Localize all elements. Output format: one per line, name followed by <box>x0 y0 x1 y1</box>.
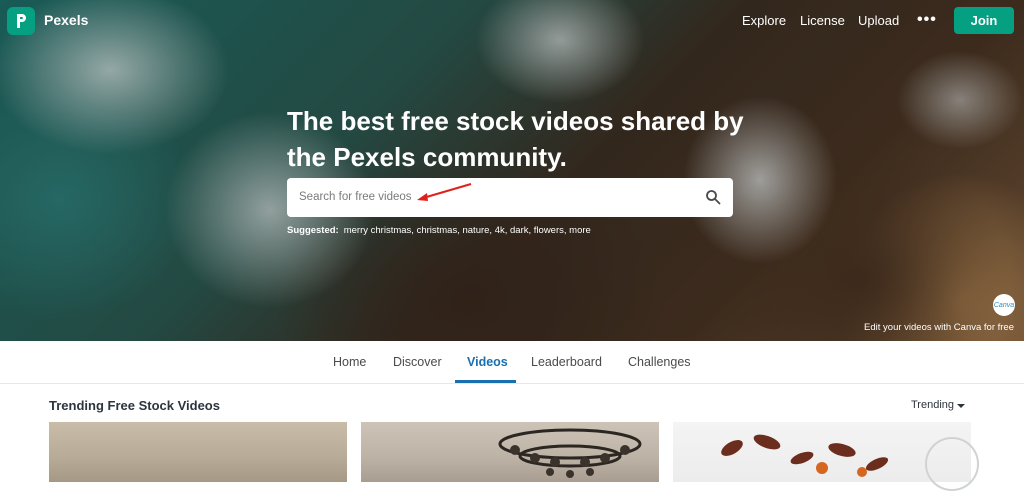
glass-vase-image <box>925 437 979 491</box>
nav-explore[interactable]: Explore <box>742 13 786 28</box>
search-placeholder: Search for free videos <box>299 191 412 203</box>
headline-line-2: the Pexels community. <box>287 142 567 172</box>
video-thumbnail[interactable] <box>49 422 347 482</box>
tab-challenges[interactable]: Challenges <box>628 355 691 369</box>
pexels-logo-icon[interactable] <box>7 7 35 35</box>
section-title: Trending Free Stock Videos <box>49 398 220 413</box>
hero-headline: The best free stock videos shared by the… <box>287 103 747 175</box>
autumn-plant-image <box>721 434 889 477</box>
sort-dropdown[interactable]: Trending <box>911 399 954 411</box>
tab-home[interactable]: Home <box>333 355 366 369</box>
chandelier-image <box>498 428 642 478</box>
tab-bar: Home Discover Videos Leaderboard Challen… <box>0 341 1024 384</box>
brand-name[interactable]: Pexels <box>44 12 88 28</box>
join-button[interactable]: Join <box>954 7 1014 34</box>
search-input[interactable]: Search for free videos <box>287 178 733 217</box>
active-tab-indicator <box>455 380 516 383</box>
search-icon[interactable] <box>705 189 721 205</box>
headline-line-1: The best free stock videos shared by <box>287 106 744 136</box>
tab-videos[interactable]: Videos <box>467 355 508 369</box>
canva-promo-link[interactable]: Edit your videos with Canva for free <box>864 322 1014 333</box>
tab-discover[interactable]: Discover <box>393 355 442 369</box>
suggested-searches: Suggested: merry christmas, christmas, na… <box>287 225 591 236</box>
annotation-arrow-icon <box>417 183 472 201</box>
suggested-label: Suggested: <box>287 225 339 236</box>
tab-leaderboard[interactable]: Leaderboard <box>531 355 602 369</box>
nav-upload[interactable]: Upload <box>858 13 899 28</box>
canva-logo-icon[interactable]: Canva <box>993 294 1015 316</box>
nav-license[interactable]: License <box>800 13 845 28</box>
caret-down-icon[interactable] <box>957 404 965 408</box>
more-options-icon[interactable]: ••• <box>917 11 937 29</box>
hero-section: Pexels Explore License Upload ••• Join T… <box>0 0 1024 341</box>
suggested-terms[interactable]: merry christmas, christmas, nature, 4k, … <box>344 225 591 236</box>
